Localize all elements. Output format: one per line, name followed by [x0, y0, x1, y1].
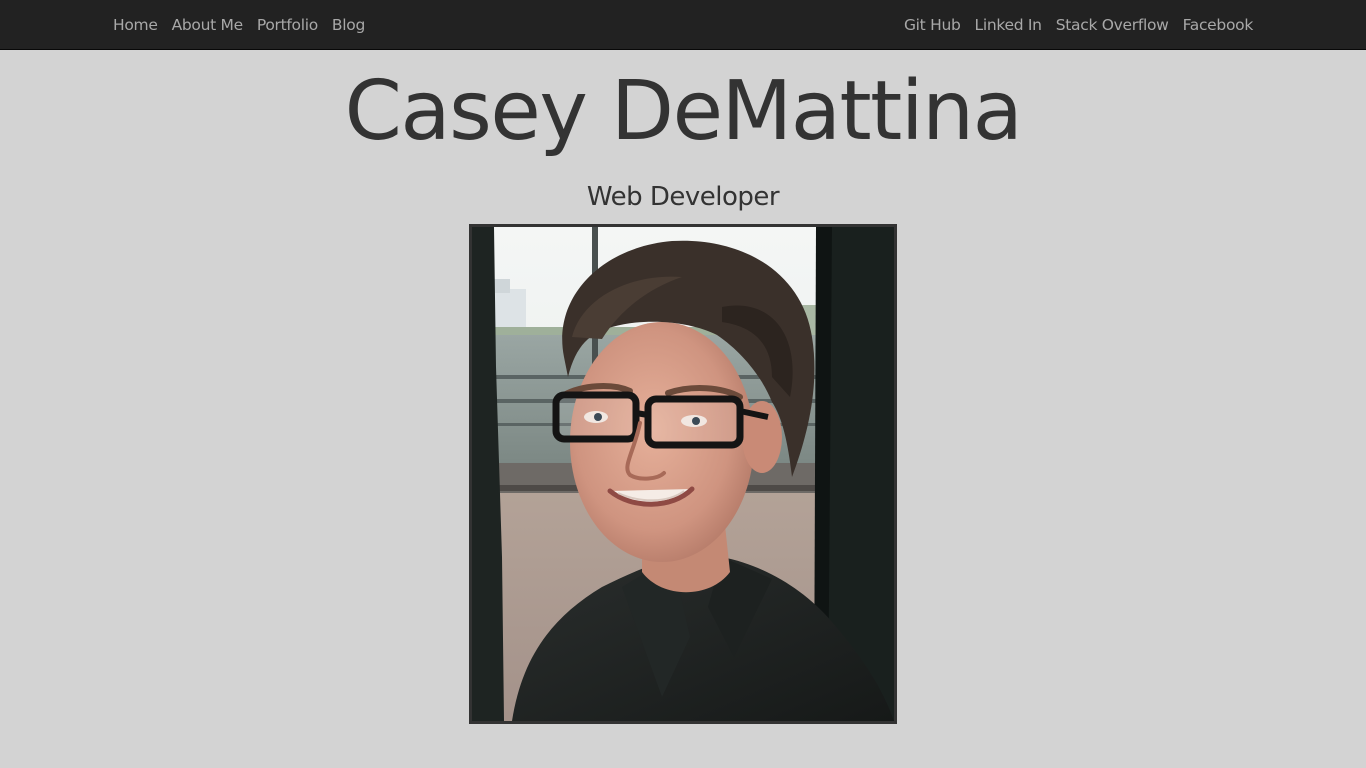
nav-link-facebook[interactable]: Facebook — [1176, 0, 1260, 50]
nav-link-linkedin[interactable]: Linked In — [968, 0, 1049, 50]
nav-link-github[interactable]: Git Hub — [897, 0, 968, 50]
nav-right-group: Git Hub Linked In Stack Overflow Faceboo… — [897, 0, 1260, 50]
page-title: Casey DeMattina — [344, 64, 1023, 159]
nav-link-about-me[interactable]: About Me — [165, 0, 250, 50]
nav-link-stack-overflow[interactable]: Stack Overflow — [1049, 0, 1176, 50]
page-subtitle: Web Developer — [586, 182, 780, 212]
nav-link-blog[interactable]: Blog — [325, 0, 372, 50]
portrait-illustration — [472, 227, 894, 721]
nav-link-portfolio[interactable]: Portfolio — [250, 0, 325, 50]
nav-left-group: Home About Me Portfolio Blog — [106, 0, 372, 50]
top-navbar: Home About Me Portfolio Blog Git Hub Lin… — [0, 0, 1366, 50]
nav-link-home[interactable]: Home — [106, 0, 165, 50]
profile-photo — [469, 224, 897, 724]
